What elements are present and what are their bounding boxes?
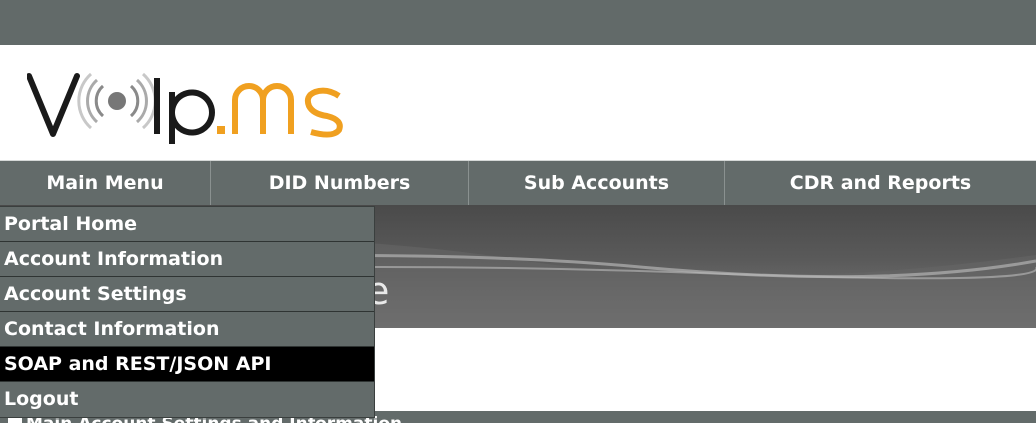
signal-icon	[77, 72, 157, 130]
menu-item-logout[interactable]: Logout	[0, 382, 374, 417]
menu-item-portal-home[interactable]: Portal Home	[0, 207, 374, 242]
nav-cdr-and-reports[interactable]: CDR and Reports	[725, 161, 1036, 205]
top-bar	[0, 0, 1036, 45]
menu-item-soap-rest-json-api[interactable]: SOAP and REST/JSON API	[0, 347, 374, 382]
menu-item-contact-information[interactable]: Contact Information	[0, 312, 374, 347]
nav-did-numbers[interactable]: DID Numbers	[211, 161, 469, 205]
menu-item-account-settings[interactable]: Account Settings	[0, 277, 374, 312]
nav-main-menu[interactable]: Main Menu	[0, 161, 211, 205]
page: Main Menu DID Numbers Sub Accounts CDR a…	[0, 0, 1036, 423]
menu-item-account-information[interactable]: Account Information	[0, 242, 374, 277]
nav-sub-accounts[interactable]: Sub Accounts	[469, 161, 725, 205]
main-nav: Main Menu DID Numbers Sub Accounts CDR a…	[0, 160, 1036, 205]
main-menu-dropdown: Portal Home Account Information Account …	[0, 206, 375, 418]
voipms-logo[interactable]	[27, 64, 377, 144]
